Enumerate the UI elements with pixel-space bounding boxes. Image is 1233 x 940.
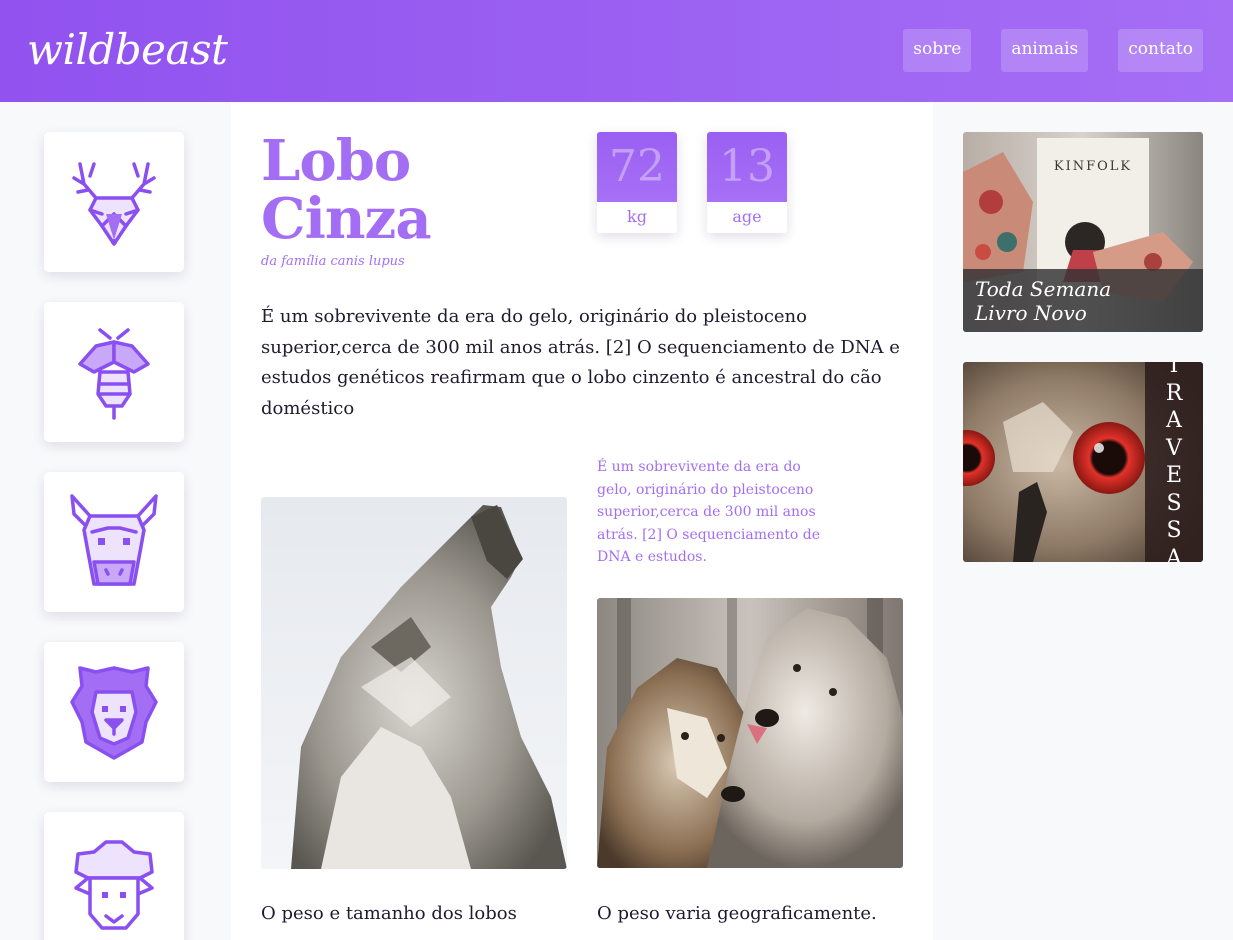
deer-icon — [72, 162, 156, 246]
animal-card-lion[interactable] — [44, 642, 184, 782]
column-left-text: O peso e tamanho dos lobos — [261, 903, 517, 924]
ad-caption-line-1: Toda Semana — [975, 277, 1112, 301]
wolves-pair-image — [597, 598, 903, 868]
nav-link-contato[interactable]: contato — [1118, 29, 1203, 72]
side-note: É um sobrevivente da era do gelo, origin… — [597, 459, 821, 565]
animal-detail-panel: Lobo Cinza da família canis lupus 72 kg … — [231, 102, 933, 940]
bull-icon — [70, 494, 158, 586]
main-nav: sobre animais contato — [903, 29, 1203, 72]
brand-letter: V — [1166, 435, 1182, 461]
intro-paragraph: É um sobrevivente da era do gelo, origin… — [261, 306, 900, 419]
stat-weight: 72 kg — [597, 132, 677, 233]
lion-icon — [70, 666, 158, 760]
page-subtitle: da família canis lupus — [261, 254, 405, 269]
animal-card-deer[interactable] — [44, 132, 184, 272]
brand-letter: S — [1166, 490, 1182, 516]
animal-card-bee[interactable] — [44, 302, 184, 442]
brand-letter: E — [1165, 463, 1183, 488]
nav-link-animais[interactable]: animais — [1001, 29, 1089, 72]
brand-letter: S — [1166, 518, 1182, 543]
animal-card-sheep[interactable] — [44, 812, 184, 940]
site-logo[interactable]: wildbeast — [27, 24, 228, 76]
ad-travessa[interactable]: T R A V E S S A — [963, 362, 1203, 562]
stat-age-value: 13 — [707, 132, 787, 202]
wolf-howling-photo — [261, 497, 567, 869]
nav-link-sobre[interactable]: sobre — [903, 29, 972, 72]
wolf-howling-image — [261, 497, 567, 869]
title-line-2: Cinza — [261, 186, 432, 252]
ad-caption-line-2: Livro Novo — [975, 301, 1087, 325]
title-line-1: Lobo — [261, 128, 411, 194]
bee-icon — [78, 328, 150, 420]
animal-card-bull[interactable] — [44, 472, 184, 612]
brand-letter: A — [1166, 545, 1182, 563]
brand-letter: A — [1166, 408, 1182, 433]
site-header: wildbeast sobre animais contato — [0, 0, 1233, 102]
brand-letter: T — [1166, 362, 1182, 378]
stat-weight-unit: kg — [627, 207, 647, 226]
column-right-text: O peso varia geograficamente. — [597, 903, 877, 924]
stat-age: 13 age — [707, 132, 787, 233]
ad-magazine-title: KINFOLK — [1054, 159, 1132, 174]
stat-age-unit: age — [732, 207, 762, 226]
ad-kinfolk[interactable]: KINFOLK Toda Semana Livro Novo — [963, 132, 1203, 332]
page-title: Lobo Cinza — [261, 132, 432, 248]
ad-kinfolk-caption: Toda Semana Livro Novo — [963, 269, 1203, 332]
sheep-icon — [74, 840, 154, 930]
ad-travessa-brand: T R A V E S S A — [1145, 362, 1203, 562]
brand-letter: R — [1165, 380, 1183, 406]
stat-weight-value: 72 — [597, 132, 677, 202]
wolves-pair-photo — [597, 598, 903, 868]
